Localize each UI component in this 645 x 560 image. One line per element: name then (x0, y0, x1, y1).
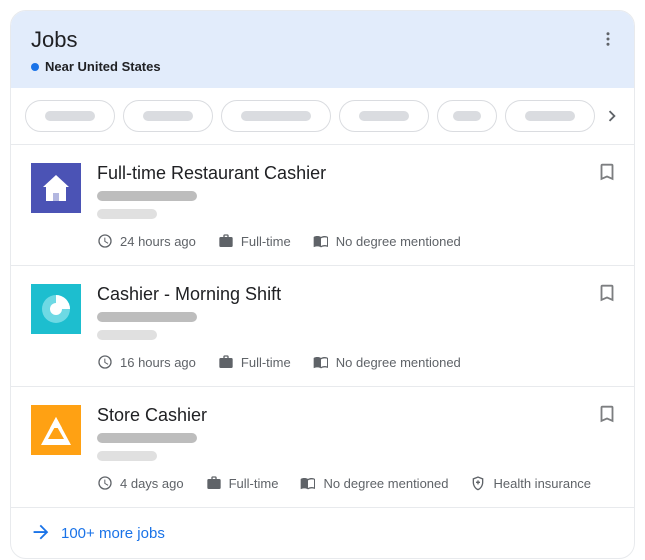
bookmark-icon (596, 282, 618, 304)
more-jobs-link[interactable]: 100+ more jobs (11, 508, 634, 558)
vertical-dots-icon (599, 30, 617, 48)
location-text: Near United States (45, 59, 161, 74)
bookmark-icon (596, 161, 618, 183)
bookmark-button[interactable] (596, 403, 618, 430)
job-listing[interactable]: Cashier - Morning Shift 16 hours ago Ful… (11, 266, 634, 387)
location-dot-icon (31, 63, 39, 71)
clock-icon (97, 354, 113, 370)
arrow-right-icon (29, 522, 51, 544)
more-jobs-text: 100+ more jobs (61, 525, 165, 542)
job-title: Cashier - Morning Shift (97, 284, 614, 305)
employer-placeholder (97, 433, 197, 443)
job-title: Full-time Restaurant Cashier (97, 163, 614, 184)
filter-chip[interactable] (25, 100, 115, 132)
meta-benefits: Health insurance (470, 475, 591, 491)
meta-degree: No degree mentioned (300, 475, 448, 491)
meta-type: Full-time (218, 354, 291, 370)
more-options-button[interactable] (596, 27, 620, 51)
filter-chip[interactable] (221, 100, 331, 132)
briefcase-icon (218, 233, 234, 249)
job-listing[interactable]: Full-time Restaurant Cashier 24 hours ag… (11, 145, 634, 266)
filter-chip[interactable] (339, 100, 429, 132)
briefcase-icon (206, 475, 222, 491)
location-placeholder (97, 330, 157, 340)
filter-chip[interactable] (505, 100, 595, 132)
clock-icon (97, 233, 113, 249)
meta-type: Full-time (206, 475, 279, 491)
filter-chip[interactable] (123, 100, 213, 132)
filter-chip[interactable] (437, 100, 497, 132)
header-title: Jobs (31, 27, 614, 53)
filter-chips-row (11, 88, 634, 145)
book-icon (313, 233, 329, 249)
listing-body: Full-time Restaurant Cashier 24 hours ag… (97, 163, 614, 249)
meta-degree: No degree mentioned (313, 354, 461, 370)
listing-body: Cashier - Morning Shift 16 hours ago Ful… (97, 284, 614, 370)
meta-row: 24 hours ago Full-time No degree mention… (97, 233, 614, 249)
bookmark-button[interactable] (596, 282, 618, 309)
job-title: Store Cashier (97, 405, 614, 426)
meta-degree: No degree mentioned (313, 233, 461, 249)
meta-posted: 4 days ago (97, 475, 184, 491)
jobs-card: Jobs Near United States Full-time Restau… (10, 10, 635, 559)
location-row[interactable]: Near United States (31, 59, 614, 74)
briefcase-icon (218, 354, 234, 370)
employer-logo (31, 405, 81, 455)
book-icon (313, 354, 329, 370)
employer-placeholder (97, 312, 197, 322)
book-icon (300, 475, 316, 491)
job-listing[interactable]: Store Cashier 4 days ago Full-time No de… (11, 387, 634, 508)
meta-row: 4 days ago Full-time No degree mentioned… (97, 475, 614, 491)
employer-logo (31, 163, 81, 213)
bookmark-icon (596, 403, 618, 425)
bookmark-button[interactable] (596, 161, 618, 188)
meta-row: 16 hours ago Full-time No degree mention… (97, 354, 614, 370)
location-placeholder (97, 451, 157, 461)
meta-posted: 16 hours ago (97, 354, 196, 370)
meta-type: Full-time (218, 233, 291, 249)
meta-posted: 24 hours ago (97, 233, 196, 249)
chevron-right-icon (601, 105, 623, 127)
clock-icon (97, 475, 113, 491)
location-placeholder (97, 209, 157, 219)
employer-placeholder (97, 191, 197, 201)
scroll-right-button[interactable] (598, 102, 626, 130)
listing-body: Store Cashier 4 days ago Full-time No de… (97, 405, 614, 491)
shield-icon (470, 475, 486, 491)
card-header: Jobs Near United States (11, 11, 634, 88)
employer-logo (31, 284, 81, 334)
